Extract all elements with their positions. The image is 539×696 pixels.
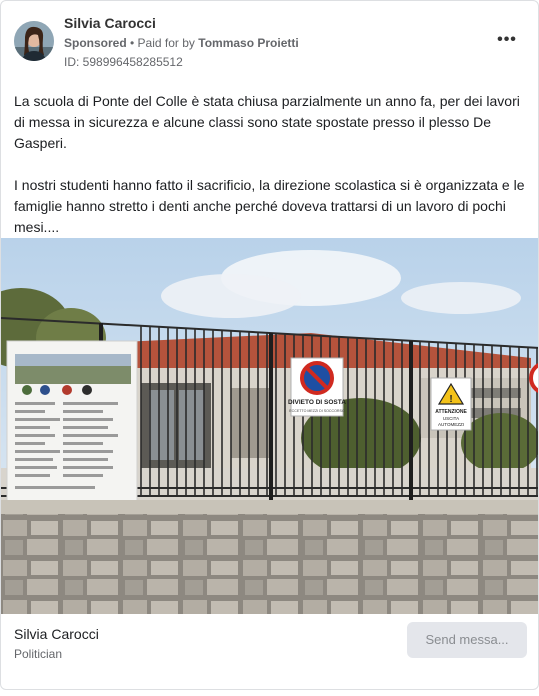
footer-page-name[interactable]: Silvia Carocci [14, 626, 99, 642]
svg-text:!: ! [449, 394, 452, 405]
footer-page-category: Politician [14, 647, 63, 661]
post-footer: Silvia Carocci Politician Send messa... [1, 614, 538, 689]
post-image[interactable]: DIVIETO DI SOSTA ECCETTO MEZZI DI SOCCOR… [1, 238, 538, 614]
sponsored-label: Sponsored [64, 36, 127, 50]
school-photo: DIVIETO DI SOSTA ECCETTO MEZZI DI SOCCOR… [1, 238, 538, 614]
warning-title: ATTENZIONE [435, 409, 467, 415]
paid-for-by-name: Tommaso Proietti [198, 36, 299, 50]
no-parking-subtitle: ECCETTO MEZZI DI SOCCORSO [289, 409, 345, 413]
post-paragraph: La scuola di Ponte del Colle è stata chi… [14, 93, 520, 151]
warning-sign: ! ATTENZIONE USCITA AUTOMEZZI [430, 377, 472, 431]
post-header: Silvia Carocci Sponsored • Paid for by T… [1, 1, 538, 81]
no-parking-title: DIVIETO DI SOSTA [288, 399, 346, 406]
post-body: La scuola di Ponte del Colle è stata chi… [14, 91, 529, 238]
send-message-button[interactable]: Send messa... [407, 622, 527, 658]
author-name[interactable]: Silvia Carocci [64, 15, 156, 31]
author-avatar[interactable] [14, 21, 54, 61]
ellipsis-icon[interactable]: ••• [495, 31, 519, 51]
avatar-image [14, 21, 54, 61]
sponsored-line: Sponsored • Paid for by Tommaso Proietti [64, 36, 299, 50]
warning-sub1: USCITA [443, 416, 459, 421]
warning-sub2: AUTOMEZZI [438, 422, 464, 427]
ad-post-card: Silvia Carocci Sponsored • Paid for by T… [0, 0, 539, 690]
paid-for-prefix: Paid for by [137, 36, 199, 50]
post-paragraph: I nostri studenti hanno fatto il sacrifi… [14, 177, 525, 235]
ad-id: ID: 598996458285512 [64, 55, 183, 69]
meta-separator: • [126, 36, 138, 50]
no-parking-sign: DIVIETO DI SOSTA ECCETTO MEZZI DI SOCCOR… [288, 357, 346, 417]
